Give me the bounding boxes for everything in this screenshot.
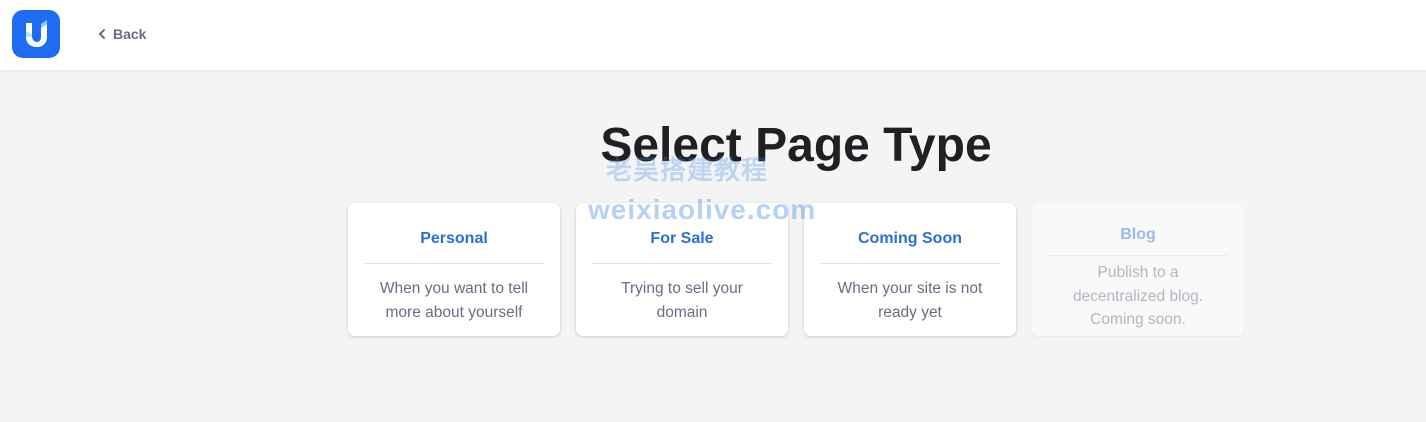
card-personal[interactable]: Personal When you want to tell more abou… [348,203,560,336]
chevron-left-icon [99,29,105,39]
card-description: Trying to sell your domain [621,280,743,321]
back-button[interactable]: Back [97,24,146,44]
card-title: Blog [1120,226,1156,243]
ud-logo-icon[interactable] [12,10,60,58]
logo-mark [26,20,47,47]
card-title: For Sale [650,230,714,247]
card-description: Publish to a decentralized blog. Coming … [1072,264,1204,328]
card-coming-soon[interactable]: Coming Soon When your site is not ready … [804,203,1016,336]
card-description: When you want to tell more about yoursel… [379,280,529,321]
card-description: When your site is not ready yet [837,280,983,321]
card-title: Personal [420,230,488,247]
card-divider [592,263,772,264]
card-divider [364,263,544,264]
watermark-url: weixiaolive.com [588,194,817,225]
card-title: Coming Soon [858,230,962,247]
top-bar: Back [0,0,1426,70]
card-divider [1048,255,1228,256]
card-divider [820,263,1000,264]
back-label: Back [113,26,147,42]
watermark-chinese: 老吴搭建教程 [606,155,769,185]
card-blog: Blog Publish to a decentralized blog. Co… [1032,203,1244,336]
